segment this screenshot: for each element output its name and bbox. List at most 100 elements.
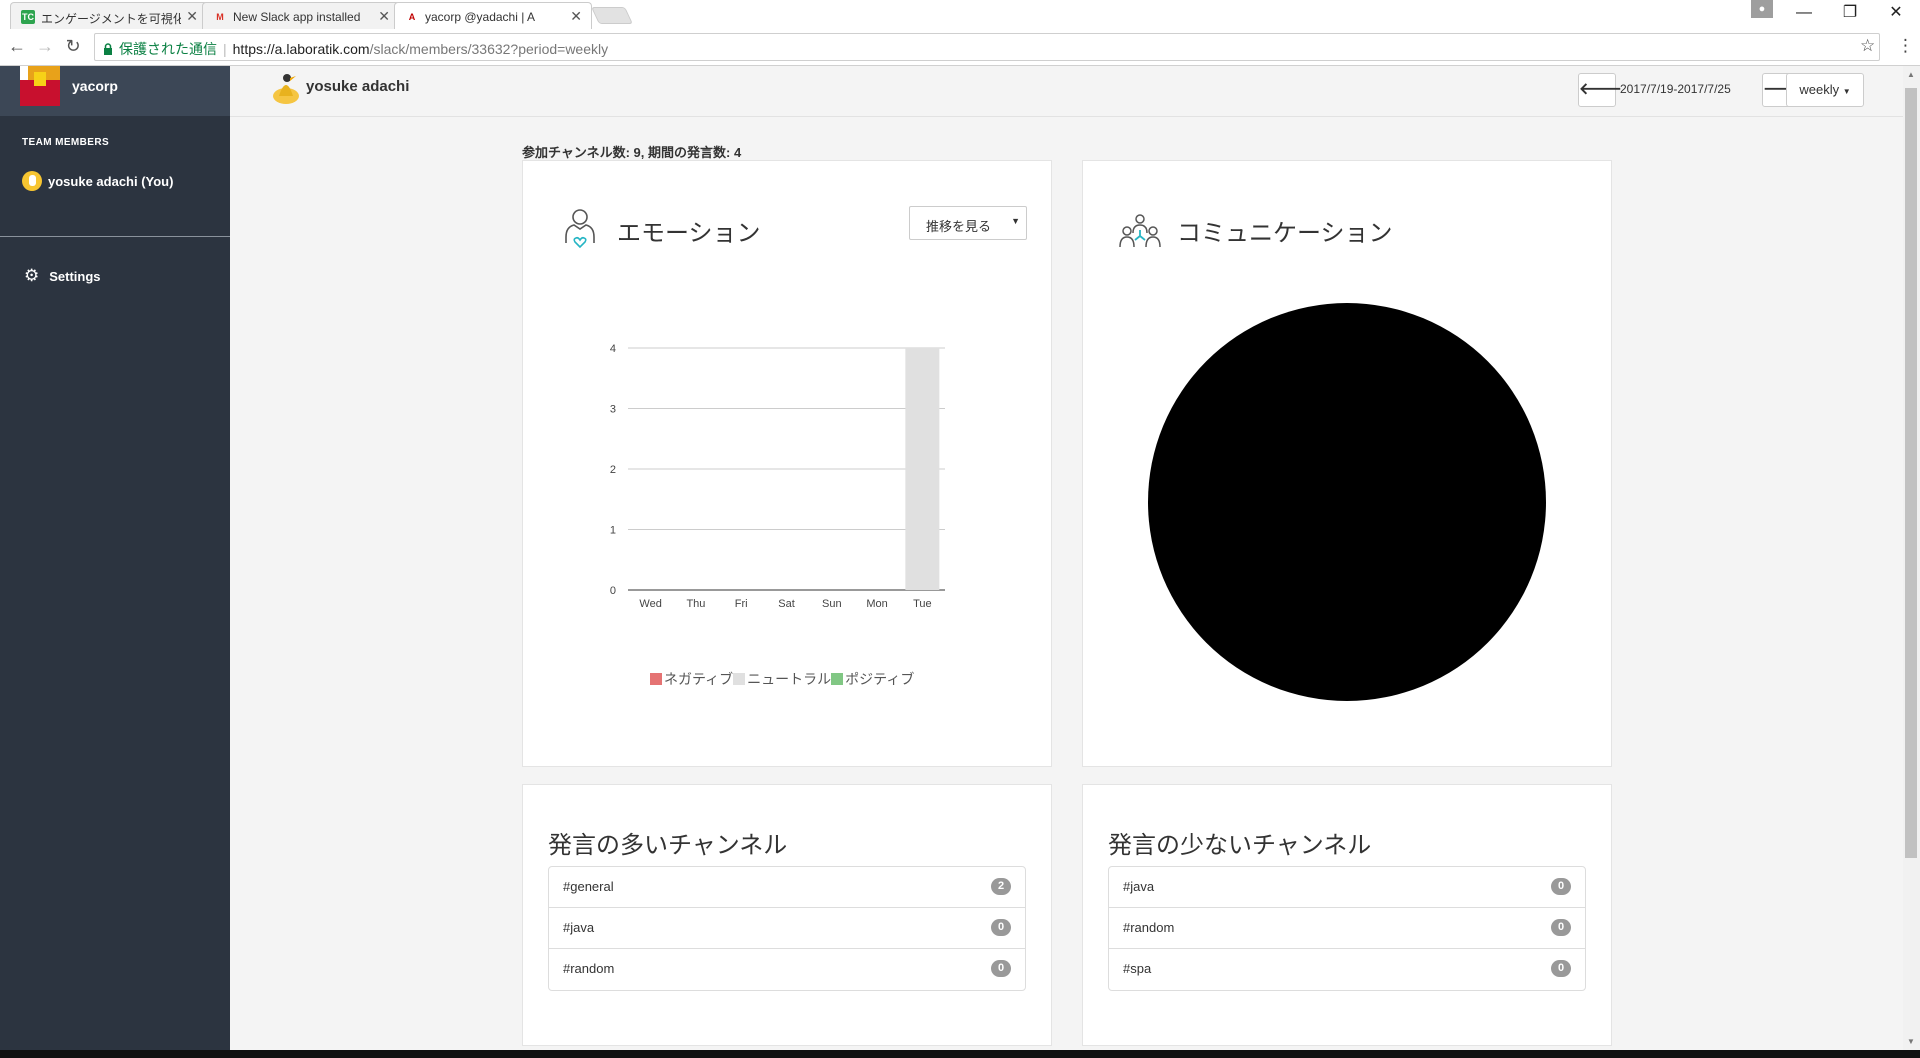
channel-name: #java [1123,879,1155,894]
most-active-channels-card: 発言の多いチャンネル #general 2 #java 0 #random 0 [522,784,1052,1046]
x-tick-label: Tue [913,598,932,610]
tab-close-icon[interactable]: ✕ [570,8,582,25]
legend-swatch [733,673,746,685]
browser-tab[interactable]: M New Slack app installed ✕ [202,2,400,29]
new-tab-button[interactable] [591,7,633,24]
browser-menu-icon[interactable]: ⋮ [1897,36,1914,56]
x-tick-label: Mon [866,598,887,610]
legend-swatch [831,673,844,685]
settings-label: Settings [49,268,101,284]
count-badge: 0 [1551,878,1571,895]
previous-period-button[interactable]: 🡐 [1578,73,1622,107]
count-badge: 0 [991,919,1011,936]
emotion-card: エモーション 推移を見る ▼ 0 1 2 3 4 Wed Thu Fri Sat Sun Mon Tu… [522,160,1052,767]
legend-item-negative[interactable]: ネガティブ [650,669,733,689]
least-channels-title: 発言の少ないチャンネル [1108,832,1372,859]
period-range: 2017/7/19-2017/7/25 [1620,82,1731,96]
team-logo-icon [20,66,60,106]
period-select[interactable]: weekly ▼ [1786,73,1864,107]
member-name: yosuke adachi (You) [48,173,174,189]
close-window-icon[interactable]: ✕ [1873,0,1919,28]
channel-list: #general 2 #java 0 #random 0 [548,866,1026,991]
list-item[interactable]: #general 2 [549,867,1025,908]
tab-label: エンゲージメントを可視化する [41,12,181,26]
list-item[interactable]: #java 0 [1109,867,1585,908]
communication-pie-chart [1148,303,1546,701]
user-avatar-icon [273,74,299,104]
legend-item-positive[interactable]: ポジティブ [831,669,914,689]
chart-legend: ネガティブ ニュートラル ポジティブ [650,669,914,689]
legend-label: ネガティブ [664,671,734,687]
x-tick-label: Sun [822,598,842,610]
period-select-value: weekly [1799,82,1840,97]
least-active-channels-card: 発言の少ないチャンネル #java 0 #random 0 #spa 0 [1082,784,1612,1046]
tab-close-icon[interactable]: ✕ [378,8,390,25]
bar [905,348,940,590]
communication-card-title: コミュニケーション [1177,220,1393,247]
forward-icon[interactable]: → [33,35,57,59]
x-tick-label: Wed [639,598,661,610]
tab-close-icon[interactable]: ✕ [186,8,198,25]
list-item[interactable]: #random 0 [1109,908,1585,949]
channel-name: #random [1123,920,1175,935]
y-tick-label: 0 [610,585,616,597]
tab-label: New Slack app installed [233,10,361,24]
app-root: yacorp TEAM MEMBERS yosuke adachi (You) … [0,66,1920,1050]
most-channels-title: 発言の多いチャンネル [548,832,788,859]
y-tick-label: 1 [610,525,616,537]
profile-icon[interactable]: ● [1751,0,1773,18]
stats-summary: 参加チャンネル数: 9, 期間の発言数: 4 [522,145,742,160]
restore-icon[interactable]: ❐ [1827,0,1873,28]
scroll-up-icon[interactable]: ▲ [1907,70,1915,79]
channel-name: #spa [1123,961,1152,976]
browser-tab-strip: TC エンゲージメントを可視化する ✕ M New Slack app inst… [0,0,1920,29]
page-header: yosuke adachi 🡐 2017/7/19-2017/7/25 🡒 we… [230,66,1920,117]
scroll-down-icon[interactable]: ▼ [1907,1037,1915,1046]
url-path: /slack/members/33632?period=weekly [369,41,609,57]
x-tick-label: Thu [686,598,705,610]
minimize-icon[interactable]: — [1781,0,1827,28]
url-separator: | [223,41,227,57]
y-tick-label: 2 [610,464,616,476]
scroll-thumb[interactable] [1905,88,1917,858]
y-tick-label: 3 [610,404,616,416]
browser-toolbar: ← → ↻ 保護された通信 | https://a.laboratik.com/sl… [0,29,1920,66]
sidebar: yacorp TEAM MEMBERS yosuke adachi (You) … [0,66,230,1050]
page-scrollbar[interactable]: ▲ ▼ [1903,66,1920,1050]
sidebar-divider [0,236,230,237]
team-header[interactable]: yacorp [0,66,230,116]
y-tick-label: 4 [610,343,616,355]
browser-tab-active[interactable]: A yacorp @yadachi | A ✕ [394,2,592,29]
team-members-heading: TEAM MEMBERS [22,137,110,148]
sidebar-item-settings[interactable]: ⚙ Settings [24,266,101,286]
lock-icon [104,43,112,55]
legend-label: ニュートラル [747,671,832,687]
legend-swatch [650,673,662,685]
count-badge: 2 [991,878,1011,895]
os-taskbar [0,1050,1920,1058]
legend-item-neutral[interactable]: ニュートラル [733,669,831,689]
people-network-icon [1119,214,1161,248]
channel-name: #random [563,961,615,976]
emotion-bar-chart: 0 1 2 3 4 Wed Thu Fri Sat Sun Mon Tue [610,343,945,610]
legend-label: ポジティブ [845,671,915,687]
page-title: yosuke adachi [306,78,410,95]
count-badge: 0 [1551,960,1571,977]
secure-connection-label: 保護された通信 [119,41,217,57]
channel-name: #general [563,879,614,894]
address-bar[interactable]: 保護された通信 | https://a.laboratik.com/slack/me… [94,33,1880,61]
sidebar-member-item[interactable]: yosuke adachi (You) [22,171,173,191]
bookmark-star-icon[interactable]: ☆ [1860,36,1875,56]
reload-icon[interactable]: ↻ [61,35,85,59]
list-item[interactable]: #random 0 [549,949,1025,990]
count-badge: 0 [1551,919,1571,936]
url-host: https://a.laboratik.com [232,41,370,57]
list-item[interactable]: #spa 0 [1109,949,1585,990]
list-item[interactable]: #java 0 [549,908,1025,949]
x-tick-label: Sat [778,598,795,610]
x-tick-label: Fri [735,598,748,610]
back-icon[interactable]: ← [5,35,29,59]
avatar [22,171,42,191]
browser-tab[interactable]: TC エンゲージメントを可視化する ✕ [10,2,208,29]
tab-favicon-icon: TC [21,10,35,24]
